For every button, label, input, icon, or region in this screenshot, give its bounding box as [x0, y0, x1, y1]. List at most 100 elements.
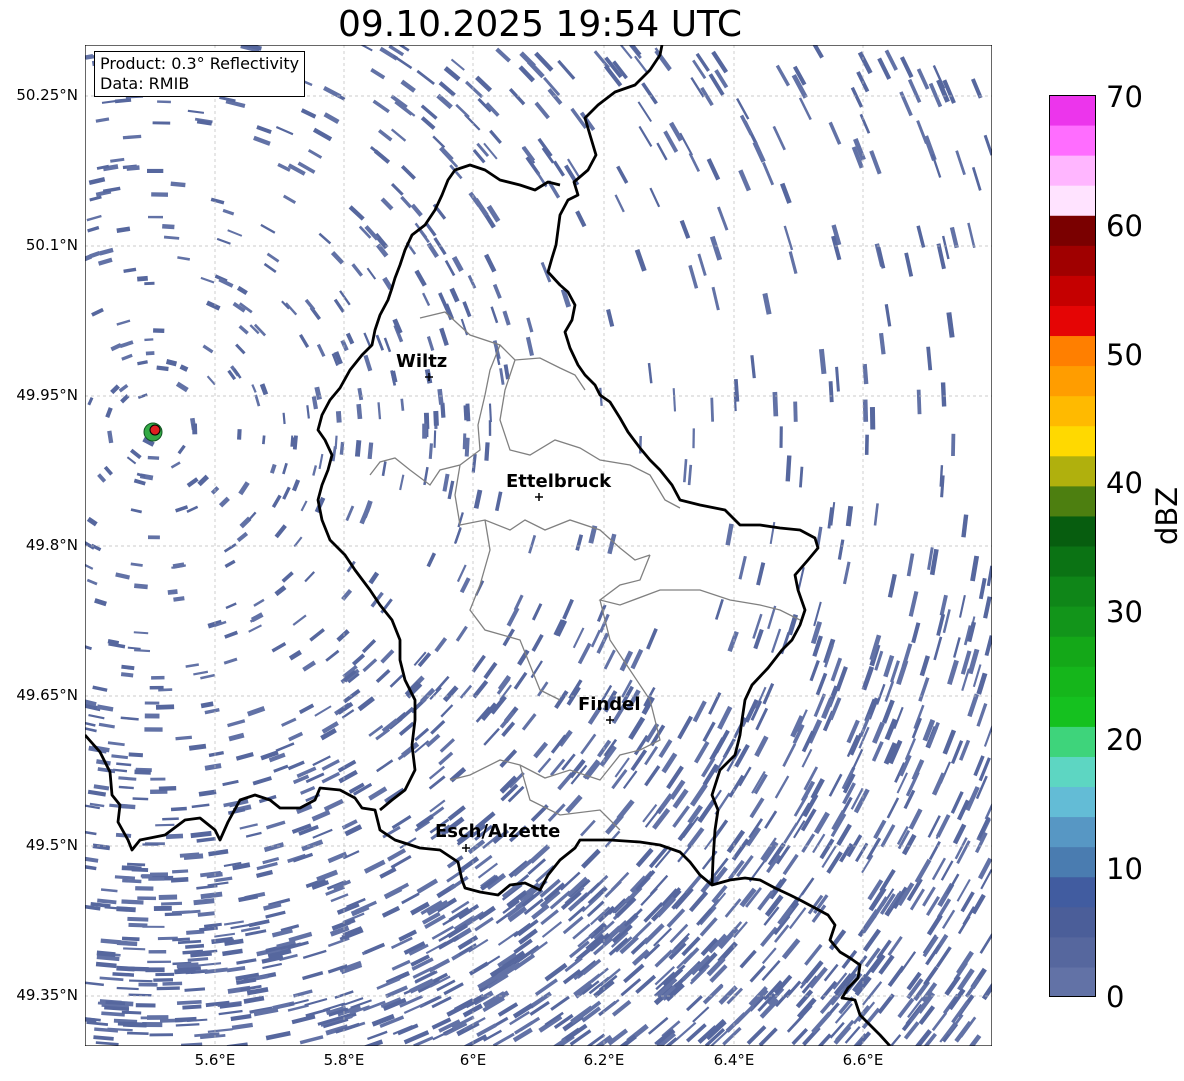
- colorbar-segment: [1049, 546, 1096, 577]
- colorbar-segment: [1049, 425, 1096, 457]
- colorbar-segment: [1049, 666, 1096, 697]
- echo-cell: [144, 281, 155, 286]
- colorbar-segment: [1049, 966, 1096, 997]
- colorbar-segment: [1049, 455, 1096, 487]
- echo-cell: [150, 777, 166, 781]
- lat-tick-label: 50.1°N: [25, 236, 78, 254]
- lat-tick-label: 49.95°N: [16, 386, 78, 404]
- echo-cell: [147, 168, 164, 173]
- echo-cell: [158, 894, 178, 900]
- echo-cell: [335, 411, 342, 423]
- colorbar-segment: [1049, 636, 1096, 667]
- echo-cell: [144, 713, 160, 719]
- echo-cell: [155, 704, 175, 710]
- product-label: Product: 0.3° Reflectivity: [100, 54, 300, 73]
- echo-cell: [153, 978, 174, 982]
- product-info-box: Product: 0.3° Reflectivity Data: RMIB: [94, 51, 306, 97]
- echo-cell: [144, 701, 160, 705]
- echo-cell: [158, 785, 177, 791]
- echo-cell: [149, 685, 164, 690]
- city-label-findel: Findel: [578, 694, 641, 715]
- echo-cell: [149, 1033, 174, 1037]
- echo-cell: [152, 121, 171, 125]
- echo-cell: [127, 916, 149, 922]
- echo-cell: [153, 905, 172, 912]
- echo-cell: [165, 833, 184, 840]
- echo-cell: [148, 950, 167, 954]
- lon-tick-label: 6.2°E: [583, 1051, 625, 1069]
- colorbar-segment: [1049, 906, 1096, 938]
- echo-cell: [147, 960, 172, 964]
- echo-cell: [126, 966, 149, 972]
- colorbar-segment: [1049, 275, 1096, 306]
- echo-cell: [134, 769, 151, 775]
- echo-cell: [433, 410, 439, 426]
- colorbar-tick-label: 50: [1106, 338, 1143, 372]
- echo-cell: [142, 843, 159, 846]
- colorbar-tick-label: 20: [1106, 723, 1143, 757]
- echo-cell: [869, 407, 876, 430]
- echo-cell: [162, 224, 175, 230]
- colorbar-segment: [1049, 155, 1096, 186]
- colorbar-tick-label: 0: [1106, 980, 1125, 1014]
- colorbar-segment: [1049, 335, 1096, 367]
- lat-tick-label: 49.8°N: [25, 536, 78, 554]
- colorbar-tick-label: 40: [1106, 466, 1143, 500]
- echo-cell: [151, 192, 169, 197]
- echo-cell: [153, 328, 165, 334]
- city-label-esch-alzette: Esch/Alzette: [435, 821, 561, 842]
- colorbar-segment: [1049, 756, 1096, 788]
- colorbar-segment: [1049, 305, 1096, 337]
- echo-cell: [779, 426, 783, 448]
- echo-cell: [156, 986, 180, 991]
- echo-cell: [864, 434, 869, 455]
- data-source-label: Data: RMIB: [100, 74, 190, 93]
- colorbar-segment: [1049, 726, 1096, 757]
- city-label-wiltz: Wiltz: [396, 351, 448, 372]
- echo-cell: [192, 423, 198, 435]
- echo-cell: [137, 275, 148, 282]
- city-label-ettelbruck: Ettelbruck: [506, 471, 612, 492]
- colorbar-segment: [1049, 215, 1096, 246]
- lon-tick-label: 6°E: [459, 1051, 487, 1069]
- lon-tick-label: 5.8°E: [323, 1051, 365, 1069]
- echo-cell: [692, 428, 695, 449]
- colorbar-segment: [1049, 816, 1096, 848]
- colorbar: [1049, 95, 1096, 997]
- colorbar-tick-label: 60: [1106, 209, 1143, 243]
- lat-tick-label: 49.35°N: [16, 986, 78, 1004]
- echo-cell: [138, 982, 158, 987]
- colorbar-segment: [1049, 95, 1096, 126]
- colorbar-segment: [1049, 245, 1096, 276]
- echo-cell: [148, 877, 165, 881]
- lat-tick-label: 50.25°N: [16, 86, 78, 104]
- echo-cell: [157, 100, 171, 104]
- echo-cell: [145, 351, 155, 356]
- echo-cell: [862, 399, 869, 422]
- echo-cell: [128, 752, 144, 758]
- echo-cell: [135, 886, 154, 891]
- colorbar-segment: [1049, 846, 1096, 878]
- echo-cell: [142, 925, 165, 928]
- radar-map[interactable]: [85, 45, 992, 1046]
- echo-cell: [147, 455, 160, 460]
- colorbar-segment: [1049, 936, 1096, 968]
- lon-tick-label: 6.4°E: [713, 1051, 755, 1069]
- lat-tick-label: 49.5°N: [25, 836, 78, 854]
- echo-cell: [135, 1003, 156, 1008]
- echo-cell: [122, 1021, 147, 1028]
- echo-cell: [793, 401, 798, 422]
- echo-cell: [137, 896, 157, 901]
- colorbar-segment: [1049, 395, 1096, 427]
- echo-cell: [155, 972, 175, 977]
- colorbar-segment: [1049, 606, 1096, 637]
- echo-cell: [488, 420, 492, 436]
- colorbar-segment: [1049, 786, 1096, 818]
- colorbar-segment: [1049, 365, 1096, 397]
- echo-cell: [146, 1015, 169, 1020]
- colorbar-tick-label: 10: [1106, 852, 1143, 886]
- echo-cell: [151, 675, 165, 680]
- echo-cell: [144, 727, 163, 732]
- colorbar-segment: [1049, 185, 1096, 216]
- lon-tick-label: 6.6°E: [842, 1051, 884, 1069]
